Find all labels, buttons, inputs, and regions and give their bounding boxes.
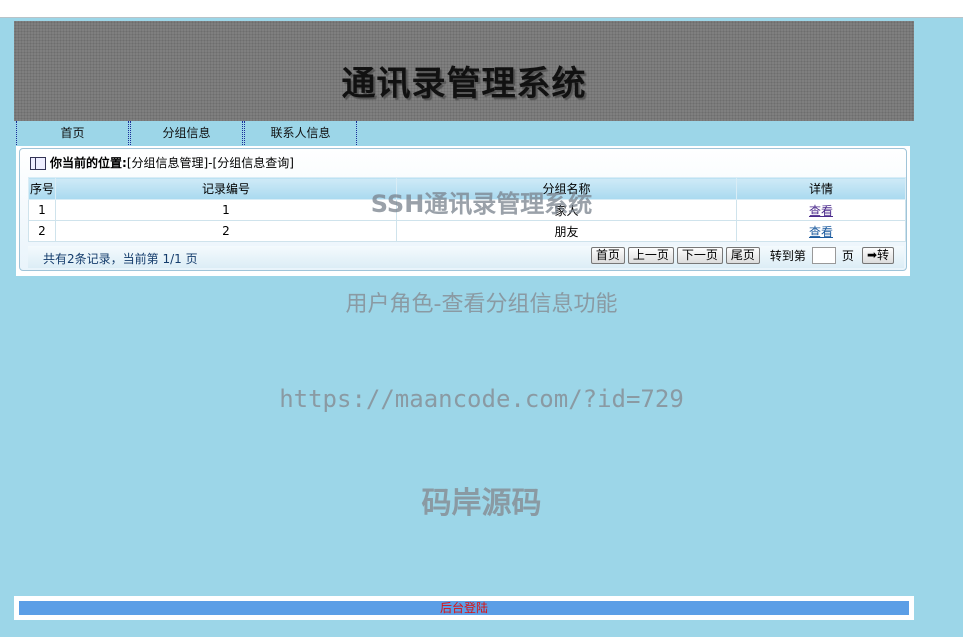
first-page-button[interactable]: 首页	[590, 247, 625, 264]
cell-index: 2	[28, 220, 56, 242]
view-link[interactable]: 查看	[809, 204, 833, 218]
watermark-url: https://maancode.com/?id=729	[279, 385, 684, 413]
col-header-detail: 详情	[736, 177, 906, 200]
view-link[interactable]: 查看	[809, 225, 833, 239]
next-page-button[interactable]: 下一页	[676, 247, 723, 264]
table-header-row: 序号 记录编号 分组名称 详情	[28, 177, 906, 200]
goto-label: 转到第	[769, 249, 806, 263]
breadcrumb: 你当前的位置: [分组信息管理]-[分组信息查询]	[30, 154, 294, 172]
breadcrumb-path: [分组信息管理]-[分组信息查询]	[126, 156, 294, 170]
content-panel: 你当前的位置: [分组信息管理]-[分组信息查询] 序号 记录编号 分组名称 详…	[16, 146, 910, 276]
col-header-record-no: 记录编号	[55, 177, 397, 200]
table-row: 2 2 朋友 查看	[28, 220, 906, 242]
cell-detail: 查看	[736, 199, 906, 221]
panel-frame: 你当前的位置: [分组信息管理]-[分组信息查询] 序号 记录编号 分组名称 详…	[19, 148, 907, 271]
site-title: 通讯录管理系统	[341, 64, 587, 104]
table-row: 1 1 家人 查看	[28, 199, 906, 221]
cell-group-name: 家人	[396, 199, 737, 221]
cell-group-name: 朋友	[396, 220, 737, 242]
table-icon	[30, 156, 46, 170]
header-banner: 通讯录管理系统	[14, 21, 914, 121]
cell-record-no: 2	[55, 220, 397, 242]
footer: 后台登陆	[14, 596, 914, 620]
pager-bar: 共有2条记录，当前第 1/1 页 首页 上一页 下一页 尾页 转到第 页 ➡转	[28, 246, 904, 268]
top-strip	[0, 0, 963, 18]
breadcrumb-label: 你当前的位置:	[50, 156, 127, 170]
pager-controls: 首页 上一页 下一页 尾页 转到第 页 ➡转	[588, 247, 894, 264]
last-page-button[interactable]: 尾页	[725, 247, 760, 264]
page-unit-label: 页	[841, 249, 854, 263]
main-nav: 首页 分组信息 联系人信息	[16, 121, 358, 145]
page-number-input[interactable]	[811, 247, 836, 264]
go-button[interactable]: ➡转	[861, 247, 894, 264]
nav-item-home[interactable]: 首页	[16, 121, 129, 145]
watermark-brand: 码岸源码	[421, 486, 542, 521]
group-table: 序号 记录编号 分组名称 详情 1 1 家人 查看 2 2 朋友 查看	[28, 177, 906, 242]
col-header-group-name: 分组名称	[396, 177, 737, 200]
col-header-index: 序号	[28, 177, 56, 200]
admin-login-link[interactable]: 后台登陆	[19, 601, 909, 615]
nav-item-contacts[interactable]: 联系人信息	[244, 121, 357, 145]
cell-detail: 查看	[736, 220, 906, 242]
cell-index: 1	[28, 199, 56, 221]
watermark-role: 用户角色-查看分组信息功能	[345, 292, 618, 317]
nav-item-groups[interactable]: 分组信息	[130, 121, 243, 145]
record-summary: 共有2条记录，当前第 1/1 页	[43, 252, 198, 266]
prev-page-button[interactable]: 上一页	[627, 247, 674, 264]
cell-record-no: 1	[55, 199, 397, 221]
